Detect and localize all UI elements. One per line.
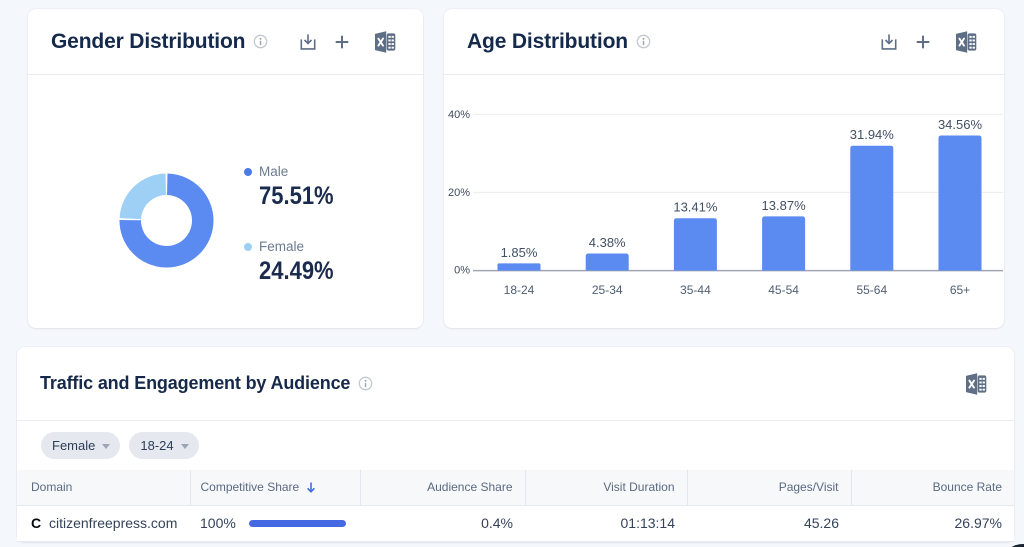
svg-text:45-54: 45-54 [768,283,799,297]
svg-text:18-24: 18-24 [504,283,535,297]
svg-text:0%: 0% [454,265,470,277]
svg-text:31.94%: 31.94% [850,127,895,142]
svg-text:13.87%: 13.87% [762,198,807,213]
svg-text:25-34: 25-34 [592,283,623,297]
svg-text:1.85%: 1.85% [501,245,538,260]
svg-text:55-64: 55-64 [856,283,887,297]
svg-text:35-44: 35-44 [680,283,711,297]
svg-text:65+: 65+ [950,283,970,297]
svg-text:20%: 20% [448,187,470,199]
svg-text:4.38%: 4.38% [589,235,626,250]
svg-text:13.41%: 13.41% [673,200,718,215]
svg-text:40%: 40% [448,109,470,121]
svg-text:34.56%: 34.56% [938,117,983,132]
